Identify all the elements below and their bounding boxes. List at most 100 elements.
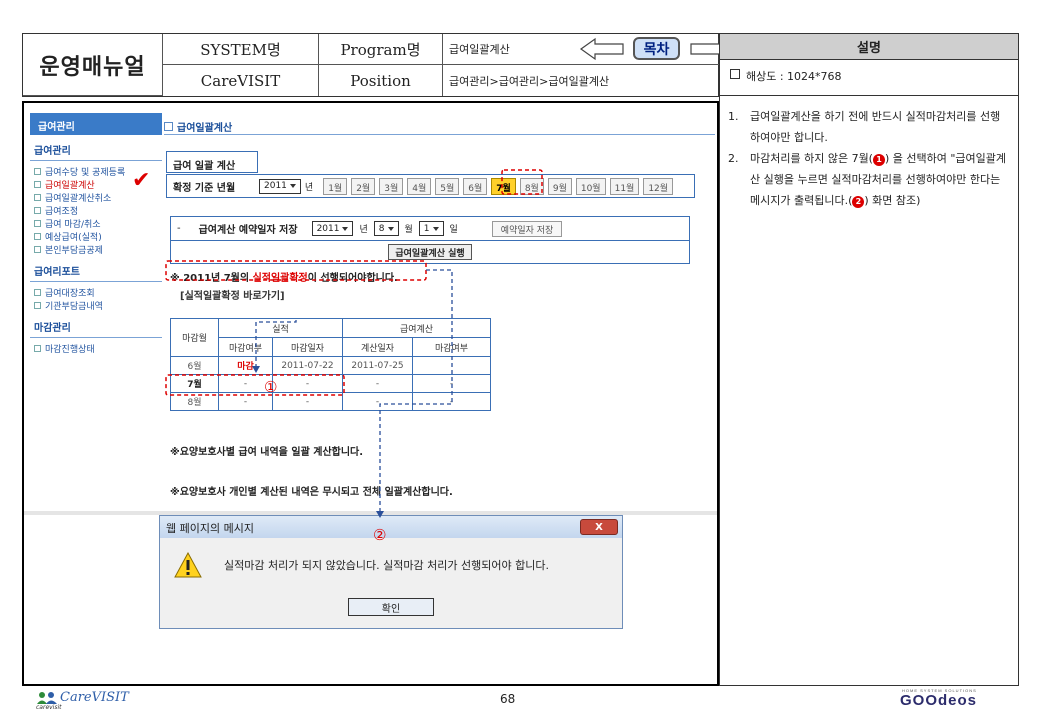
sidebar-item-copay[interactable]: 본인부담금공제	[30, 243, 162, 256]
brand-logo: HOME SYSTEM SOLUTIONS GOOdeos	[900, 688, 978, 709]
month-button-1[interactable]: 1월	[323, 177, 348, 195]
bullet-icon	[34, 345, 41, 352]
year-select[interactable]: 2011	[259, 178, 301, 194]
base-month-row: 확정 기준 년월 2011 년 1월 2월 3월 4월 5월 6월 7월 8월 …	[166, 174, 695, 198]
table-row: 8월 - - - -	[170, 392, 491, 411]
sidebar-item-close[interactable]: 급여 마감/취소	[30, 217, 162, 230]
description-title: 설명	[720, 34, 1018, 60]
system-label: SYSTEM명	[163, 34, 319, 65]
month-button-7[interactable]: 7월	[491, 177, 516, 195]
logo-people-icon	[37, 691, 57, 704]
bullet-icon	[34, 207, 41, 214]
reservation-row: - 급여계산 예약일자 저장 2011 년 8 월 1 일 예약일자 저장	[171, 217, 689, 241]
month-button-2[interactable]: 2월	[351, 177, 376, 195]
reserve-month-select[interactable]: 8	[373, 221, 399, 236]
col-calc-date: 계산일자	[342, 337, 413, 357]
bullet-icon	[34, 168, 41, 175]
program-name-cell: 급여일괄계산 목차	[443, 34, 735, 65]
dialog-title: 웹 페이지의 메시지 X	[160, 516, 622, 538]
col-group-payroll: 급여계산	[342, 318, 491, 338]
marker-2-badge: 2	[852, 196, 865, 208]
position-label: Position	[319, 65, 443, 96]
actual-confirm-shortcut-link[interactable]: [실적일괄확정 바로가기]	[180, 287, 285, 302]
closing-status-table: 마감월 실적 급여계산 마감여부 마감일자 계산일자 마감여부 6월 마감 20…	[170, 318, 491, 411]
sidebar: 급여관리 급여관리 급여수당 및 공제등록 급여일괄계산 급여일괄계산취소 급여…	[30, 113, 162, 511]
description-item: 1. 급여일괄계산을 하기 전에 반드시 실적마감처리를 선행하여야만 합니다.	[728, 110, 1001, 144]
resolution-text: 해상도 : 1024*768	[746, 70, 842, 83]
month-button-12[interactable]: 12월	[643, 177, 674, 195]
bullet-icon	[34, 181, 41, 188]
run-row: 급여일괄계산 실행	[171, 241, 689, 263]
base-month-label: 확정 기준 년월	[173, 182, 236, 194]
batch-calc-header: 급여 일괄 계산	[166, 151, 258, 173]
bullet-icon	[34, 302, 41, 309]
note-batch: ※요양보호사별 급여 내역을 일괄 계산합니다.	[170, 447, 364, 458]
page-number: 68	[500, 692, 516, 706]
month-button-8[interactable]: 8월	[519, 177, 544, 195]
month-button-10[interactable]: 10월	[575, 177, 606, 195]
col-actual-date: 마감일자	[272, 337, 343, 357]
sidebar-section-payroll: 급여관리	[30, 135, 162, 161]
dialog-message: 실적마감 처리가 되지 않았습니다. 실적마감 처리가 선행되어야 합니다.	[224, 559, 549, 572]
description-list: 1. 급여일괄계산을 하기 전에 반드시 실적마감처리를 선행하여야만 합니다.…	[720, 96, 1018, 211]
note-override: ※요양보호사 개인별 계산된 내역은 무시되고 전체 일괄계산합니다.	[170, 487, 453, 498]
chevron-down-icon	[387, 226, 394, 231]
bullet-icon	[34, 289, 41, 296]
toc-button[interactable]: 목차	[633, 37, 680, 60]
chevron-down-icon	[289, 184, 296, 188]
sidebar-section-report: 급여리포트	[30, 256, 162, 282]
carevisit-logo: CareVISIT carevisit	[36, 690, 129, 711]
position-value: 급여관리>급여관리>급여일괄계산	[449, 74, 610, 88]
reservation-box: - 급여계산 예약일자 저장 2011 년 8 월 1 일 예약일자 저장 급여…	[170, 216, 690, 264]
page-title: 급여일괄계산	[164, 113, 715, 135]
manual-header: 운영매뉴얼 SYSTEM명 Program명 급여일괄계산 목차 CareVIS…	[22, 33, 735, 97]
month-button-6[interactable]: 6월	[463, 177, 488, 195]
program-value: 급여일괄계산	[449, 43, 510, 56]
run-batch-calc-button[interactable]: 급여일괄계산 실행	[388, 244, 472, 260]
reserve-year-select[interactable]: 2011	[311, 221, 354, 236]
message-dialog: 웹 페이지의 메시지 X 실적마감 처리가 되지 않았습니다. 실적마감 처리가…	[159, 515, 623, 629]
bullet-icon	[34, 194, 41, 201]
month-button-9[interactable]: 9월	[547, 177, 572, 195]
sidebar-item-adjust[interactable]: 급여조정	[30, 204, 162, 217]
description-panel: 설명 해상도 : 1024*768 1. 급여일괄계산을 하기 전에 반드시 실…	[719, 33, 1019, 686]
col-actual-closed: 마감여부	[218, 337, 273, 357]
month-button-5[interactable]: 5월	[435, 177, 460, 195]
month-button-3[interactable]: 3월	[379, 177, 404, 195]
checkbox-icon	[730, 69, 740, 79]
title-bullet-icon	[164, 121, 173, 131]
bullet-icon	[34, 220, 41, 227]
warning-icon	[174, 552, 202, 578]
reserve-day-select[interactable]: 1	[418, 221, 444, 236]
bullet-icon	[34, 246, 41, 253]
reservation-label: 급여계산 예약일자 저장	[198, 225, 298, 236]
table-row: 7월 - - - -	[170, 374, 491, 393]
marker-1-badge: 1	[872, 154, 885, 166]
col-closing-month: 마감월	[170, 318, 219, 357]
sidebar-item-ledger[interactable]: 급여대장조회	[30, 286, 162, 299]
col-payroll-closed: 마감여부	[412, 337, 491, 357]
system-value: CareVISIT	[163, 65, 319, 96]
ok-button[interactable]: 확인	[348, 598, 434, 616]
sidebar-item-close-status[interactable]: 마감진행상태	[30, 342, 162, 355]
prev-arrow-icon[interactable]	[579, 37, 625, 61]
month-button-11[interactable]: 11월	[609, 177, 640, 195]
year-unit: 년	[304, 182, 314, 193]
resolution-note: 해상도 : 1024*768	[720, 60, 1018, 96]
sidebar-item-org-copay[interactable]: 기관부담금내역	[30, 299, 162, 312]
content-area: 급여일괄계산 급여 일괄 계산 확정 기준 년월 2011 년 1월 2월 3월…	[164, 113, 715, 511]
month-button-4[interactable]: 4월	[407, 177, 432, 195]
description-item: 2. 마감처리를 하지 않은 7월(1) 을 선택하여 "급여일괄계산 실행을 …	[728, 152, 1007, 208]
sidebar-item-estimate[interactable]: 예상급여(실적)	[30, 230, 162, 243]
reservation-dash: -	[177, 223, 181, 234]
close-button[interactable]: X	[580, 519, 618, 535]
precondition-notice: ※ 2011년 7월의 실적일괄확정이 선행되어야합니다.	[170, 273, 398, 284]
manual-title: 운영매뉴얼	[23, 34, 163, 96]
chevron-down-icon	[432, 226, 439, 231]
chevron-down-icon	[342, 226, 349, 231]
dialog-body: 실적마감 처리가 되지 않았습니다. 실적마감 처리가 선행되어야 합니다.	[160, 538, 622, 578]
save-reservation-button[interactable]: 예약일자 저장	[491, 220, 563, 237]
program-label: Program명	[319, 34, 443, 65]
sidebar-section-closing: 마감관리	[30, 312, 162, 338]
checkmark-icon: ✔	[132, 168, 151, 193]
